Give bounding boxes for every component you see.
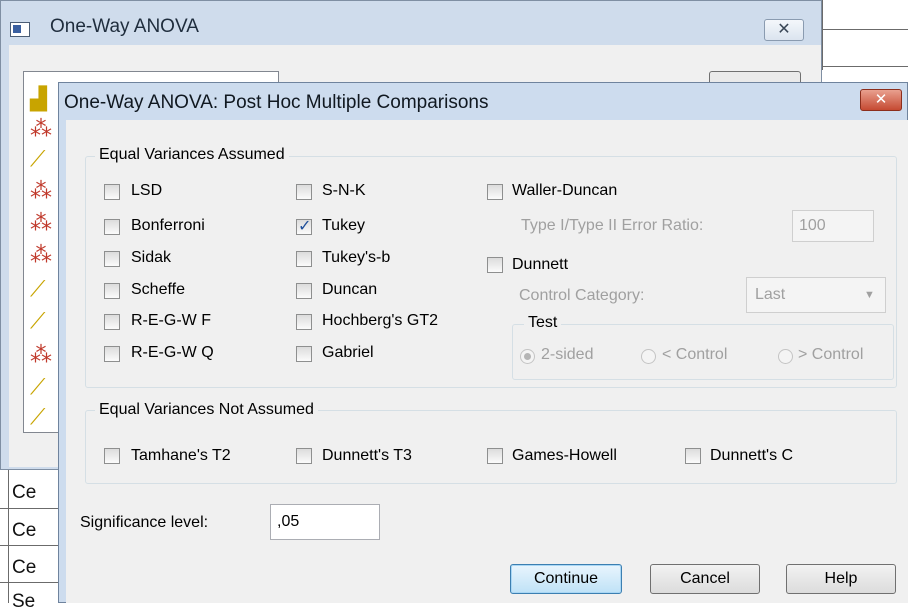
grid-line <box>0 545 60 546</box>
dunnett-c-checkbox[interactable] <box>685 448 701 464</box>
grid-line <box>822 66 908 67</box>
checkbox-label: R-E-G-W F <box>131 312 211 329</box>
ruler-icon: ⟋ <box>30 146 46 171</box>
checkbox-label: Tukey <box>322 217 365 234</box>
grid-line <box>822 0 823 70</box>
nominal-variable-icon: ⁂ <box>30 242 52 267</box>
group-label: Test <box>524 314 562 332</box>
radio-dot <box>524 353 531 360</box>
tukeys-b-checkbox[interactable] <box>296 251 312 267</box>
select-value: Last <box>755 286 786 303</box>
less-control-radio[interactable] <box>641 349 656 364</box>
checkbox-label: Scheffe <box>131 281 185 298</box>
nominal-variable-icon: ⁂ <box>30 342 52 367</box>
group-label: Equal Variances Assumed <box>95 146 289 164</box>
checkbox-label: Hochberg's GT2 <box>322 312 438 329</box>
checkbox-label: LSD <box>131 182 163 199</box>
parent-window-title: One-Way ANOVA <box>50 16 199 37</box>
checkbox-label: S-N-K <box>322 182 366 199</box>
dialog-close-button[interactable]: ✕ <box>860 89 902 111</box>
tamhane-checkbox[interactable] <box>104 448 120 464</box>
parent-close-button[interactable]: ✕ <box>764 19 804 41</box>
help-button[interactable]: Help <box>786 564 896 594</box>
grid-line <box>822 29 908 30</box>
significance-level-label: Significance level: <box>80 514 209 531</box>
checkbox-label: Duncan <box>322 281 378 298</box>
control-category-label: Control Category: <box>519 287 645 304</box>
ruler-icon: ⟋ <box>30 374 46 399</box>
checkbox-label: Dunnett's C <box>710 447 794 464</box>
checkmark-icon: ✓ <box>298 218 312 235</box>
nominal-variable-icon: ⁂ <box>30 116 52 141</box>
cancel-button[interactable]: Cancel <box>650 564 760 594</box>
duncan-checkbox[interactable] <box>296 283 312 299</box>
significance-level-input[interactable]: ,05 <box>270 504 380 540</box>
group-label: Equal Variances Not Assumed <box>95 401 318 419</box>
hochberg-checkbox[interactable] <box>296 314 312 330</box>
checkbox-label: Waller-Duncan <box>512 182 618 199</box>
checkbox-label: Gabriel <box>322 344 374 361</box>
spreadsheet-cell: Ce <box>12 520 37 541</box>
dialog-title: One-Way ANOVA: Post Hoc Multiple Compari… <box>64 92 489 113</box>
continue-button[interactable]: Continue <box>510 564 622 594</box>
lsd-checkbox[interactable] <box>104 184 120 200</box>
checkbox-label: Sidak <box>131 249 172 266</box>
checkbox-label: Dunnett's T3 <box>322 447 412 464</box>
ruler-icon: ⟋ <box>30 404 46 429</box>
checkbox-label: Tamhane's T2 <box>131 447 231 464</box>
ruler-icon: ▟ <box>30 86 47 111</box>
greater-control-radio[interactable] <box>778 349 793 364</box>
nominal-variable-icon: ⁂ <box>30 210 52 235</box>
spreadsheet-cell: Ce <box>12 557 37 578</box>
chevron-down-icon: ▼ <box>864 289 875 301</box>
radio-label: 2-sided <box>541 346 594 363</box>
waller-duncan-checkbox[interactable] <box>487 184 503 200</box>
regwf-checkbox[interactable] <box>104 314 120 330</box>
checkbox-label: Tukey's-b <box>322 249 391 266</box>
games-howell-checkbox[interactable] <box>487 448 503 464</box>
regwq-checkbox[interactable] <box>104 346 120 362</box>
ruler-icon: ⟋ <box>30 308 46 333</box>
checkbox-label: Games-Howell <box>512 447 617 464</box>
checkbox-label: Dunnett <box>512 256 569 273</box>
scheffe-checkbox[interactable] <box>104 283 120 299</box>
radio-label: < Control <box>662 346 728 363</box>
checkbox-label: Bonferroni <box>131 217 205 234</box>
spreadsheet-cell: Se <box>12 591 36 612</box>
tukey-checkbox[interactable]: ✓ <box>296 218 312 235</box>
ruler-icon: ⟋ <box>30 276 46 301</box>
spreadsheet-cell: Ce <box>12 482 37 503</box>
dunnett-t3-checkbox[interactable] <box>296 448 312 464</box>
grid-line <box>0 508 60 509</box>
error-ratio-input[interactable]: 100 <box>792 210 874 242</box>
snk-checkbox[interactable] <box>296 184 312 200</box>
dunnett-checkbox[interactable] <box>487 257 503 273</box>
grid-line <box>0 582 60 583</box>
gabriel-checkbox[interactable] <box>296 346 312 362</box>
window-app-icon <box>10 22 30 37</box>
radio-label: > Control <box>798 346 864 363</box>
checkbox-label: R-E-G-W Q <box>131 344 214 361</box>
sidak-checkbox[interactable] <box>104 251 120 267</box>
bonferroni-checkbox[interactable] <box>104 219 120 235</box>
two-sided-radio[interactable] <box>520 349 535 364</box>
nominal-variable-icon: ⁂ <box>30 178 52 203</box>
error-ratio-label: Type I/Type II Error Ratio: <box>521 217 704 234</box>
